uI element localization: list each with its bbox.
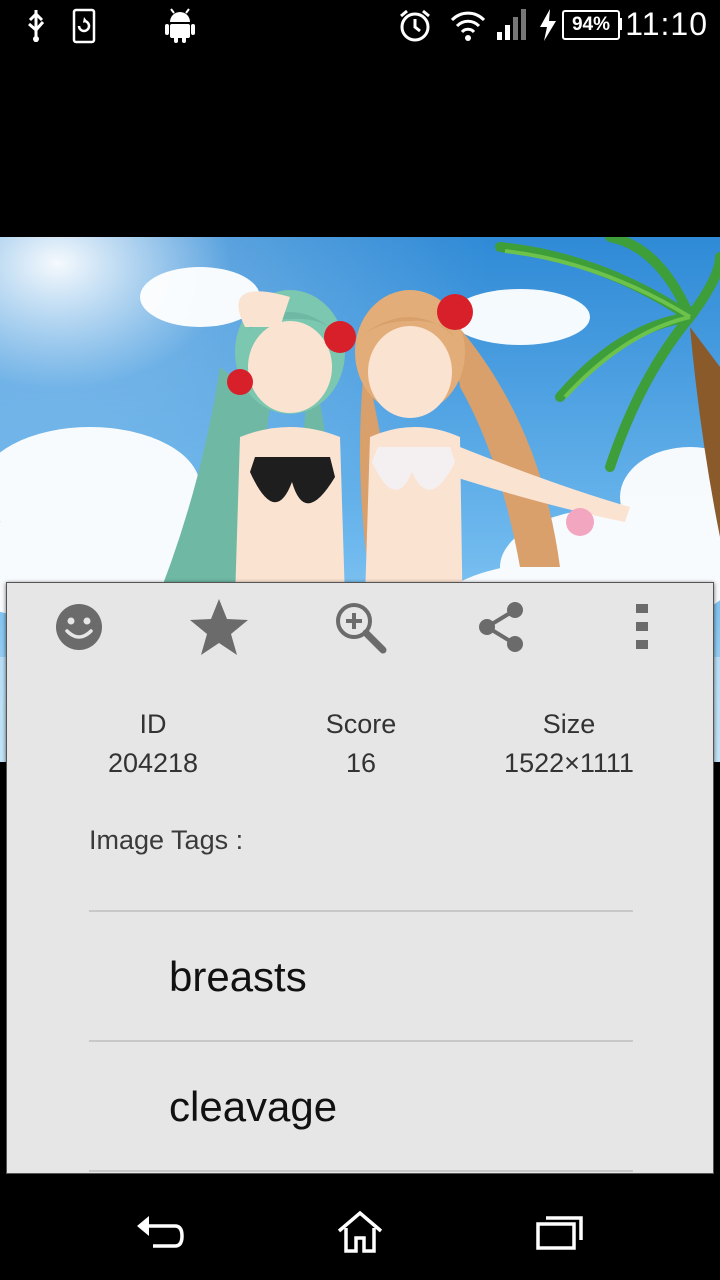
zoom-in-icon <box>336 603 387 654</box>
overflow-menu-button[interactable] <box>602 595 682 659</box>
tag-item[interactable]: breasts <box>169 953 307 1001</box>
charging-icon <box>540 9 556 41</box>
stat-id: ID 204218 <box>43 709 263 779</box>
stat-size: Size 1522×1111 <box>459 709 679 779</box>
id-label: ID <box>139 709 167 739</box>
android-icon <box>165 8 195 43</box>
action-toolbar <box>7 583 713 673</box>
stat-score: Score 16 <box>251 709 471 779</box>
divider <box>89 910 633 912</box>
navigation-bar <box>0 1184 720 1280</box>
share-button[interactable] <box>462 595 542 659</box>
rate-button[interactable] <box>39 595 119 659</box>
back-icon <box>137 1216 184 1248</box>
battery-icon: 94% <box>562 10 620 40</box>
smiley-icon <box>56 604 102 650</box>
recent-apps-icon <box>536 1216 583 1250</box>
battery-percent: 94% <box>571 14 611 35</box>
home-button[interactable] <box>330 1204 390 1260</box>
alarm-icon <box>400 9 430 42</box>
zoom-button[interactable] <box>320 595 400 659</box>
tag-item[interactable]: cleavage <box>169 1083 337 1131</box>
star-icon <box>190 599 248 655</box>
status-bar: 94% 11:10 <box>0 0 720 50</box>
screen-rotate-icon <box>72 8 96 44</box>
recent-apps-button[interactable] <box>530 1204 590 1260</box>
battery-tip <box>618 18 622 30</box>
clock: 11:10 <box>625 6 708 42</box>
wifi-icon <box>450 11 486 41</box>
divider <box>89 1040 633 1042</box>
divider <box>89 1170 633 1172</box>
share-icon <box>479 602 523 652</box>
image-stats: ID 204218 Score 16 Size 1522×1111 <box>7 709 713 779</box>
size-label: Size <box>542 709 596 739</box>
usb-icon <box>28 10 45 42</box>
score-value: 16 <box>345 748 377 778</box>
overflow-menu-icon <box>636 604 648 649</box>
score-label: Score <box>325 709 397 739</box>
favorite-button[interactable] <box>179 595 259 659</box>
size-value: 1522×1111 <box>504 748 634 778</box>
image-info-panel: ID 204218 Score 16 Size 1522×1111 Image … <box>6 582 714 1174</box>
signal-icon <box>497 9 526 40</box>
home-icon <box>337 1210 383 1253</box>
id-value: 204218 <box>107 748 199 778</box>
image-tags-label: Image Tags : <box>89 825 244 855</box>
back-button[interactable] <box>130 1204 190 1260</box>
